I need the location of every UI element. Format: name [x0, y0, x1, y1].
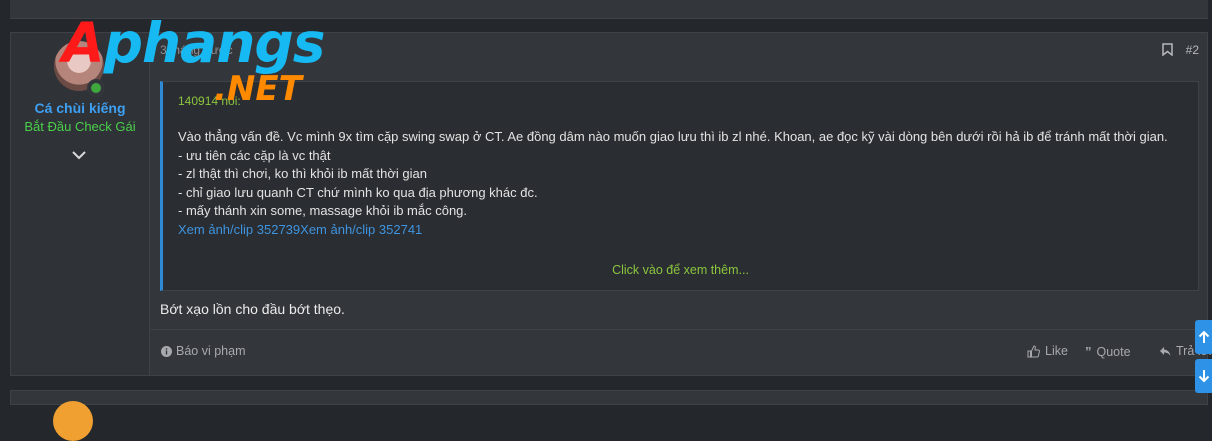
user-title: Bắt Đầu Check Gái	[24, 119, 136, 134]
reply-icon	[1160, 346, 1171, 356]
quote-line: - ưu tiên các cặp là vc thật	[178, 147, 331, 163]
quote-line: - chỉ giao lưu quanh CT chứ mình ko qua …	[178, 184, 538, 200]
arrow-up-icon	[1198, 330, 1209, 343]
post-actions-bar: Báo vi phạm Like ” Quote Trả lời	[150, 329, 1212, 377]
logo-domain: .NET	[214, 69, 302, 109]
info-icon	[161, 345, 172, 357]
bookmark-button[interactable]	[1162, 43, 1173, 61]
expand-user-button[interactable]	[67, 143, 91, 167]
quote-body: Vào thẳng vấn đề. Vc mình 9x tìm cặp swi…	[178, 128, 1188, 239]
bookmark-icon	[1162, 43, 1173, 57]
quote-line: - mấy thánh xin some, massage khỏi ib mắ…	[178, 203, 468, 218]
scroll-to-bottom-button[interactable]	[1195, 359, 1212, 393]
like-button[interactable]: Like	[1027, 344, 1068, 358]
next-post	[10, 390, 1208, 405]
post-number[interactable]: #2	[1186, 43, 1199, 57]
quote-icon: ”	[1085, 344, 1092, 359]
reply-text: Bớt xạo lồn cho đầu bớt thẹo.	[160, 301, 345, 317]
logo-word-blue: phangs	[103, 11, 326, 75]
quote-line: Vào thẳng vấn đề. Vc mình 9x tìm cặp swi…	[178, 129, 1168, 144]
next-post-avatar[interactable]	[53, 401, 93, 441]
logo-letter-red: A	[62, 11, 105, 75]
quote-label: Quote	[1096, 344, 1131, 359]
media-links[interactable]: Xem ảnh/clip 352739Xem ảnh/clip 352741	[178, 221, 1188, 240]
scroll-to-top-button[interactable]	[1195, 320, 1212, 354]
quote-line: - zl thật thì chơi, ko thì khỏi ib mất t…	[178, 166, 427, 181]
expand-quote-link[interactable]: Click vào để xem thêm...	[163, 263, 1198, 277]
chevron-down-icon	[72, 150, 86, 159]
report-button[interactable]: Báo vi phạm	[161, 344, 245, 358]
quote-button[interactable]: ” Quote	[1085, 344, 1131, 359]
site-logo-watermark: Aphangs .NET	[62, 11, 362, 121]
arrow-down-icon	[1198, 370, 1209, 383]
like-label: Like	[1045, 344, 1068, 358]
thumbs-up-icon	[1027, 344, 1040, 357]
report-label: Báo vi phạm	[176, 344, 246, 358]
